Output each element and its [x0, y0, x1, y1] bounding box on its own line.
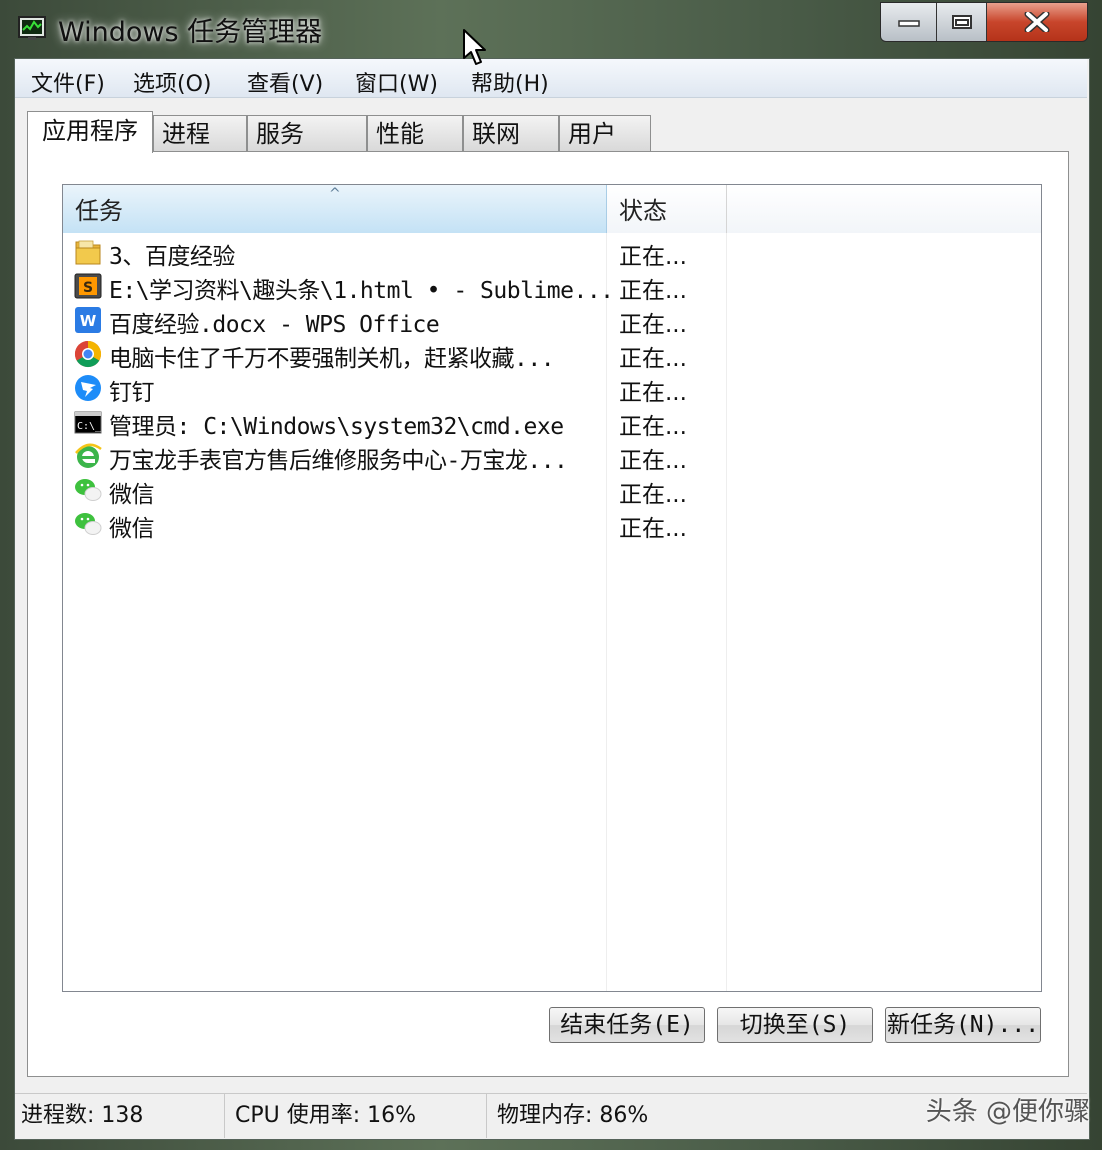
- tab-performance[interactable]: 性能: [367, 115, 463, 151]
- process-count: 进程数: 138: [15, 1094, 225, 1138]
- task-row[interactable]: 钉钉 正在...: [63, 371, 1039, 406]
- task-status: 正在...: [619, 414, 687, 440]
- task-manager-icon: [18, 16, 46, 40]
- chrome-icon: [74, 340, 102, 368]
- wps-writer-icon: W: [75, 307, 101, 333]
- window-title: Windows 任务管理器: [58, 17, 323, 48]
- task-name: 百度经验.docx - WPS Office: [109, 312, 440, 338]
- task-status: 正在...: [619, 482, 687, 508]
- tab-processes[interactable]: 进程: [153, 115, 247, 151]
- svg-text:W: W: [80, 312, 97, 330]
- title-bar[interactable]: Windows 任务管理器: [0, 0, 1102, 58]
- task-name: 3、百度经验: [109, 244, 235, 270]
- cmd-icon: C:\_: [74, 411, 102, 434]
- switch-to-button[interactable]: 切换至(S): [717, 1007, 873, 1043]
- task-row[interactable]: 微信 正在...: [63, 507, 1039, 542]
- task-row[interactable]: S E:\学习资料\趣头条\1.html • - Sublime... 正在..…: [63, 269, 1039, 304]
- wechat-icon: [75, 513, 102, 535]
- task-name: 管理员: C:\Windows\system32\cmd.exe: [109, 414, 564, 440]
- task-status: 正在...: [619, 346, 687, 372]
- menu-window[interactable]: 窗口(W): [355, 66, 438, 98]
- task-status: 正在...: [619, 516, 687, 542]
- task-name: 微信: [109, 516, 155, 542]
- tab-applications[interactable]: 应用程序: [27, 111, 153, 153]
- svg-text:S: S: [83, 280, 93, 296]
- sublime-text-icon: S: [74, 273, 102, 299]
- mouse-cursor-icon: [463, 29, 486, 65]
- menu-view[interactable]: 查看(V): [247, 66, 323, 98]
- column-header-empty: [727, 185, 1041, 233]
- new-task-button[interactable]: 新任务(N)...: [885, 1007, 1041, 1043]
- column-header-task[interactable]: ^ 任务: [63, 185, 607, 233]
- tab-users[interactable]: 用户: [559, 115, 651, 151]
- task-status: 正在...: [619, 380, 687, 406]
- watermark: 头条 @便你骤: [925, 1097, 1090, 1127]
- task-list[interactable]: ^ 任务 状态 3、百度经验 正在... S E:\学习资料\趣头条\1.htm…: [62, 184, 1042, 992]
- maximize-button[interactable]: [937, 3, 987, 41]
- close-icon: [1024, 12, 1050, 32]
- task-row[interactable]: 微信 正在...: [63, 473, 1039, 508]
- menu-options[interactable]: 选项(O): [133, 66, 211, 98]
- task-status: 正在...: [619, 244, 687, 270]
- task-status: 正在...: [619, 448, 687, 474]
- task-row[interactable]: W 百度经验.docx - WPS Office 正在...: [63, 303, 1039, 338]
- column-header-task-label: 任务: [75, 197, 123, 225]
- client-area: 文件(F) 选项(O) 查看(V) 窗口(W) 帮助(H) 应用程序 进程 服务…: [14, 58, 1090, 1140]
- task-name: 钉钉: [109, 380, 155, 406]
- maximize-icon: [951, 15, 972, 29]
- column-header-status-label: 状态: [619, 197, 667, 225]
- column-header-status[interactable]: 状态: [607, 185, 727, 233]
- ie-browser-icon: [75, 443, 102, 468]
- close-button[interactable]: [987, 3, 1087, 41]
- task-name: E:\学习资料\趣头条\1.html • - Sublime...: [109, 278, 614, 304]
- menu-bar: 文件(F) 选项(O) 查看(V) 窗口(W) 帮助(H): [15, 59, 1087, 98]
- minimize-button[interactable]: [881, 3, 937, 41]
- menu-file[interactable]: 文件(F): [31, 66, 105, 98]
- task-status: 正在...: [619, 278, 687, 304]
- sort-ascending-icon: ^: [329, 186, 341, 202]
- dingtalk-icon: [75, 375, 101, 401]
- menu-help[interactable]: 帮助(H): [471, 66, 549, 98]
- tab-services[interactable]: 服务: [247, 115, 367, 151]
- task-row[interactable]: C:\_ 管理员: C:\Windows\system32\cmd.exe 正在…: [63, 405, 1039, 440]
- task-row[interactable]: 电脑卡住了千万不要强制关机，赶紧收藏... 正在...: [63, 337, 1039, 372]
- cpu-usage: CPU 使用率: 16%: [225, 1094, 487, 1138]
- task-status: 正在...: [619, 312, 687, 338]
- wechat-icon: [75, 479, 102, 501]
- task-row[interactable]: 3、百度经验 正在...: [63, 235, 1039, 270]
- window-controls: [880, 2, 1088, 42]
- svg-text:C:\_: C:\_: [77, 421, 102, 432]
- folder-icon: [75, 240, 101, 265]
- task-manager-window: Windows 任务管理器 文件(F) 选项(O) 查看(V) 窗口(W) 帮助…: [0, 0, 1102, 1150]
- minimize-icon: [897, 20, 920, 27]
- end-task-button[interactable]: 结束任务(E): [549, 1007, 705, 1043]
- task-name: 微信: [109, 482, 155, 508]
- tab-networking[interactable]: 联网: [463, 115, 559, 151]
- applications-panel: ^ 任务 状态 3、百度经验 正在... S E:\学习资料\趣头条\1.htm…: [27, 151, 1069, 1077]
- task-row[interactable]: 万宝龙手表官方售后维修服务中心-万宝龙... 正在...: [63, 439, 1039, 474]
- task-name: 万宝龙手表官方售后维修服务中心-万宝龙...: [109, 448, 568, 474]
- task-name: 电脑卡住了千万不要强制关机，赶紧收藏...: [109, 346, 555, 372]
